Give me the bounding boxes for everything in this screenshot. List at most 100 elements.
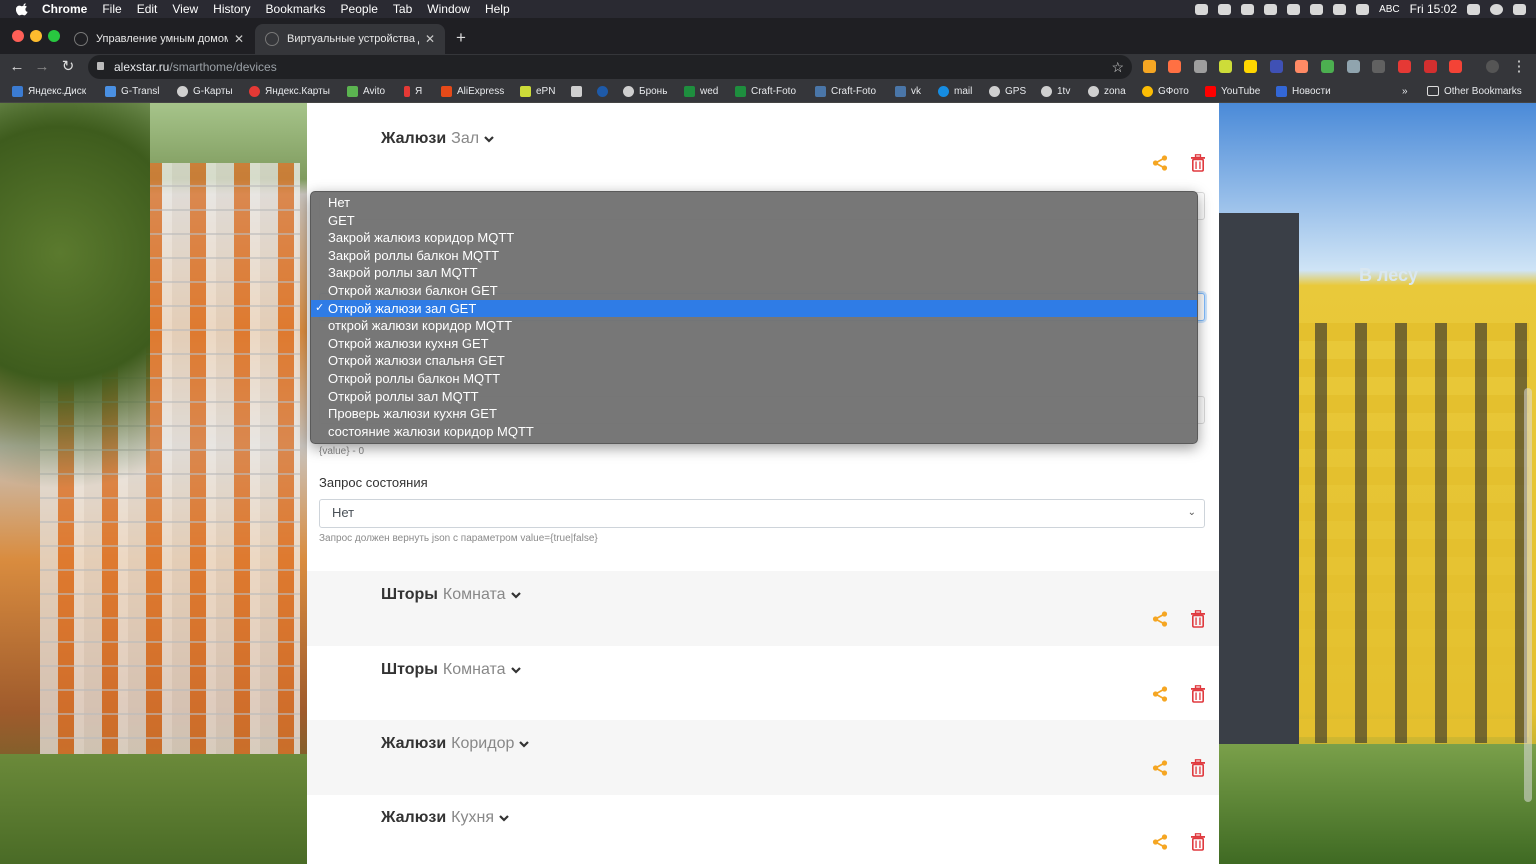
chrome-menu-icon[interactable]: ⋮ xyxy=(1510,58,1528,76)
dropdown-option[interactable]: Открой жалюзи балкон GET xyxy=(311,282,1197,300)
menu-window[interactable]: Window xyxy=(427,2,470,16)
search-icon[interactable] xyxy=(1467,3,1480,15)
extension-icon[interactable] xyxy=(1219,60,1232,73)
eject-icon[interactable] xyxy=(1333,3,1347,15)
dropdown-option[interactable]: Открой роллы зал MQTT xyxy=(311,388,1197,406)
share-icon[interactable] xyxy=(1152,834,1168,850)
bookmark-item[interactable]: Яндекс.Диск xyxy=(12,84,86,98)
reload-icon[interactable]: ↻ xyxy=(59,58,77,76)
close-tab-icon[interactable]: ✕ xyxy=(234,32,244,46)
bookmark-star-icon[interactable]: ☆ xyxy=(1111,55,1124,79)
bookmark-item[interactable]: zona xyxy=(1088,84,1126,98)
close-tab-icon[interactable]: ✕ xyxy=(425,32,435,46)
bookmark-item[interactable]: mail xyxy=(938,84,972,98)
device-title-toggle[interactable]: Шторы Комната xyxy=(381,586,521,604)
menu-view[interactable]: View xyxy=(172,2,198,16)
menu-help[interactable]: Help xyxy=(485,2,510,16)
close-window-button[interactable] xyxy=(12,30,24,42)
menu-history[interactable]: History xyxy=(213,2,250,16)
bookmark-item[interactable]: Яндекс.Карты xyxy=(249,84,330,98)
extension-icon[interactable] xyxy=(1347,60,1360,73)
extension-icon[interactable] xyxy=(1295,60,1308,73)
tab-virtual-devices[interactable]: Виртуальные устройства дом ✕ xyxy=(255,24,445,54)
dropdown-option-selected[interactable]: ✓ Открой жалюзи зал GET xyxy=(311,299,1197,318)
extension-icon[interactable] xyxy=(1270,60,1283,73)
device-title-toggle[interactable]: Жалюзи Кухня xyxy=(381,809,509,827)
menu-file[interactable]: File xyxy=(102,2,121,16)
dropdown-option[interactable]: Закрой роллы балкон MQTT xyxy=(311,247,1197,265)
menu-people[interactable]: People xyxy=(341,2,378,16)
bookmarks-overflow-button[interactable]: » xyxy=(1402,84,1408,98)
back-icon[interactable]: ← xyxy=(8,58,26,76)
zoom-window-button[interactable] xyxy=(48,30,60,42)
trash-icon[interactable] xyxy=(1190,833,1206,851)
dropdown-option[interactable]: Открой роллы балкон MQTT xyxy=(311,370,1197,388)
bookmark-item[interactable]: G-Transl xyxy=(105,84,160,98)
dropdown-option[interactable]: открой жалюзи коридор MQTT xyxy=(311,317,1197,335)
bookmark-item[interactable]: Я xyxy=(404,84,422,98)
status-icon[interactable] xyxy=(1287,3,1301,15)
minimize-window-button[interactable] xyxy=(30,30,42,42)
bookmark-item[interactable]: GPS xyxy=(989,84,1026,98)
bookmark-item[interactable]: G-Карты xyxy=(177,84,233,98)
share-icon[interactable] xyxy=(1152,760,1168,776)
dropdown-option[interactable]: Открой жалюзи спальня GET xyxy=(311,352,1197,370)
input-source-label[interactable]: ABC xyxy=(1379,4,1400,15)
bookmark-item[interactable]: YouTube xyxy=(1205,84,1260,98)
address-bar[interactable]: alexstar.ru/smarthome/devices ☆ xyxy=(88,55,1132,79)
bookmark-item[interactable]: Craft-Foto xyxy=(735,84,796,98)
notification-center-icon[interactable] xyxy=(1513,3,1526,15)
menu-tab[interactable]: Tab xyxy=(393,2,412,16)
extension-icon[interactable] xyxy=(1321,60,1334,73)
bookmark-item[interactable]: wed xyxy=(684,84,718,98)
bookmark-item[interactable]: AliExpress xyxy=(441,84,504,98)
volume-icon[interactable] xyxy=(1356,3,1370,15)
bookmark-item[interactable]: vk xyxy=(895,84,921,98)
status-request-select[interactable]: Нет ⌄ xyxy=(319,499,1205,528)
extension-icon[interactable] xyxy=(1372,60,1385,73)
bookmark-item[interactable]: ePN xyxy=(520,84,555,98)
bookmark-item[interactable]: Новости xyxy=(1276,84,1331,98)
dropdown-option[interactable]: Открой жалюзи кухня GET xyxy=(311,335,1197,353)
status-icon[interactable] xyxy=(1195,3,1209,15)
apple-icon[interactable] xyxy=(16,2,30,16)
trash-icon[interactable] xyxy=(1190,685,1206,703)
bookmark-item[interactable]: Craft-Foto xyxy=(815,84,876,98)
dropdown-option[interactable]: Проверь жалюзи кухня GET xyxy=(311,405,1197,423)
siri-icon[interactable] xyxy=(1490,3,1503,15)
bookmark-item[interactable] xyxy=(571,84,587,98)
share-icon[interactable] xyxy=(1152,611,1168,627)
menu-app-name[interactable]: Chrome xyxy=(42,2,87,16)
extension-icon[interactable] xyxy=(1168,60,1181,73)
dropdown-option[interactable]: состояние жалюзи коридор MQTT xyxy=(311,423,1197,441)
device-title-toggle[interactable]: Жалюзи Коридор xyxy=(381,735,530,753)
extension-icon[interactable] xyxy=(1143,60,1156,73)
bookmark-item[interactable]: Бронь xyxy=(623,84,667,98)
dropdown-option[interactable]: Закрой жалюиз коридор MQTT xyxy=(311,229,1197,247)
bookmark-item[interactable] xyxy=(597,84,613,98)
menu-edit[interactable]: Edit xyxy=(137,2,158,16)
extension-icon[interactable] xyxy=(1449,60,1462,73)
extension-icon[interactable] xyxy=(1424,60,1437,73)
device-title-toggle[interactable]: Жалюзи Зал xyxy=(381,130,494,148)
menu-bookmarks[interactable]: Bookmarks xyxy=(266,2,326,16)
forward-icon[interactable]: → xyxy=(33,58,51,76)
trash-icon[interactable] xyxy=(1190,759,1206,777)
share-icon[interactable] xyxy=(1152,155,1168,171)
extension-icon[interactable] xyxy=(1244,60,1257,73)
other-bookmarks-folder[interactable]: Other Bookmarks xyxy=(1427,84,1522,98)
dropdown-option[interactable]: Закрой роллы зал MQTT xyxy=(311,264,1197,282)
status-icon[interactable] xyxy=(1264,3,1278,15)
tab-smarthome-control[interactable]: Управление умным домом ✕ xyxy=(64,24,254,54)
status-icon[interactable] xyxy=(1218,3,1232,15)
new-tab-icon[interactable]: + xyxy=(456,28,466,48)
lock-icon[interactable] xyxy=(97,62,104,70)
trash-icon[interactable] xyxy=(1190,154,1206,172)
bookmark-item[interactable]: Avito xyxy=(347,84,385,98)
bookmark-item[interactable]: GФото xyxy=(1142,84,1189,98)
share-icon[interactable] xyxy=(1152,686,1168,702)
clock[interactable]: Fri 15:02 xyxy=(1410,2,1457,16)
dropdown-option[interactable]: Нет xyxy=(311,194,1197,212)
page-scrollbar[interactable] xyxy=(1524,388,1532,802)
bookmark-item[interactable]: 1tv xyxy=(1041,84,1070,98)
